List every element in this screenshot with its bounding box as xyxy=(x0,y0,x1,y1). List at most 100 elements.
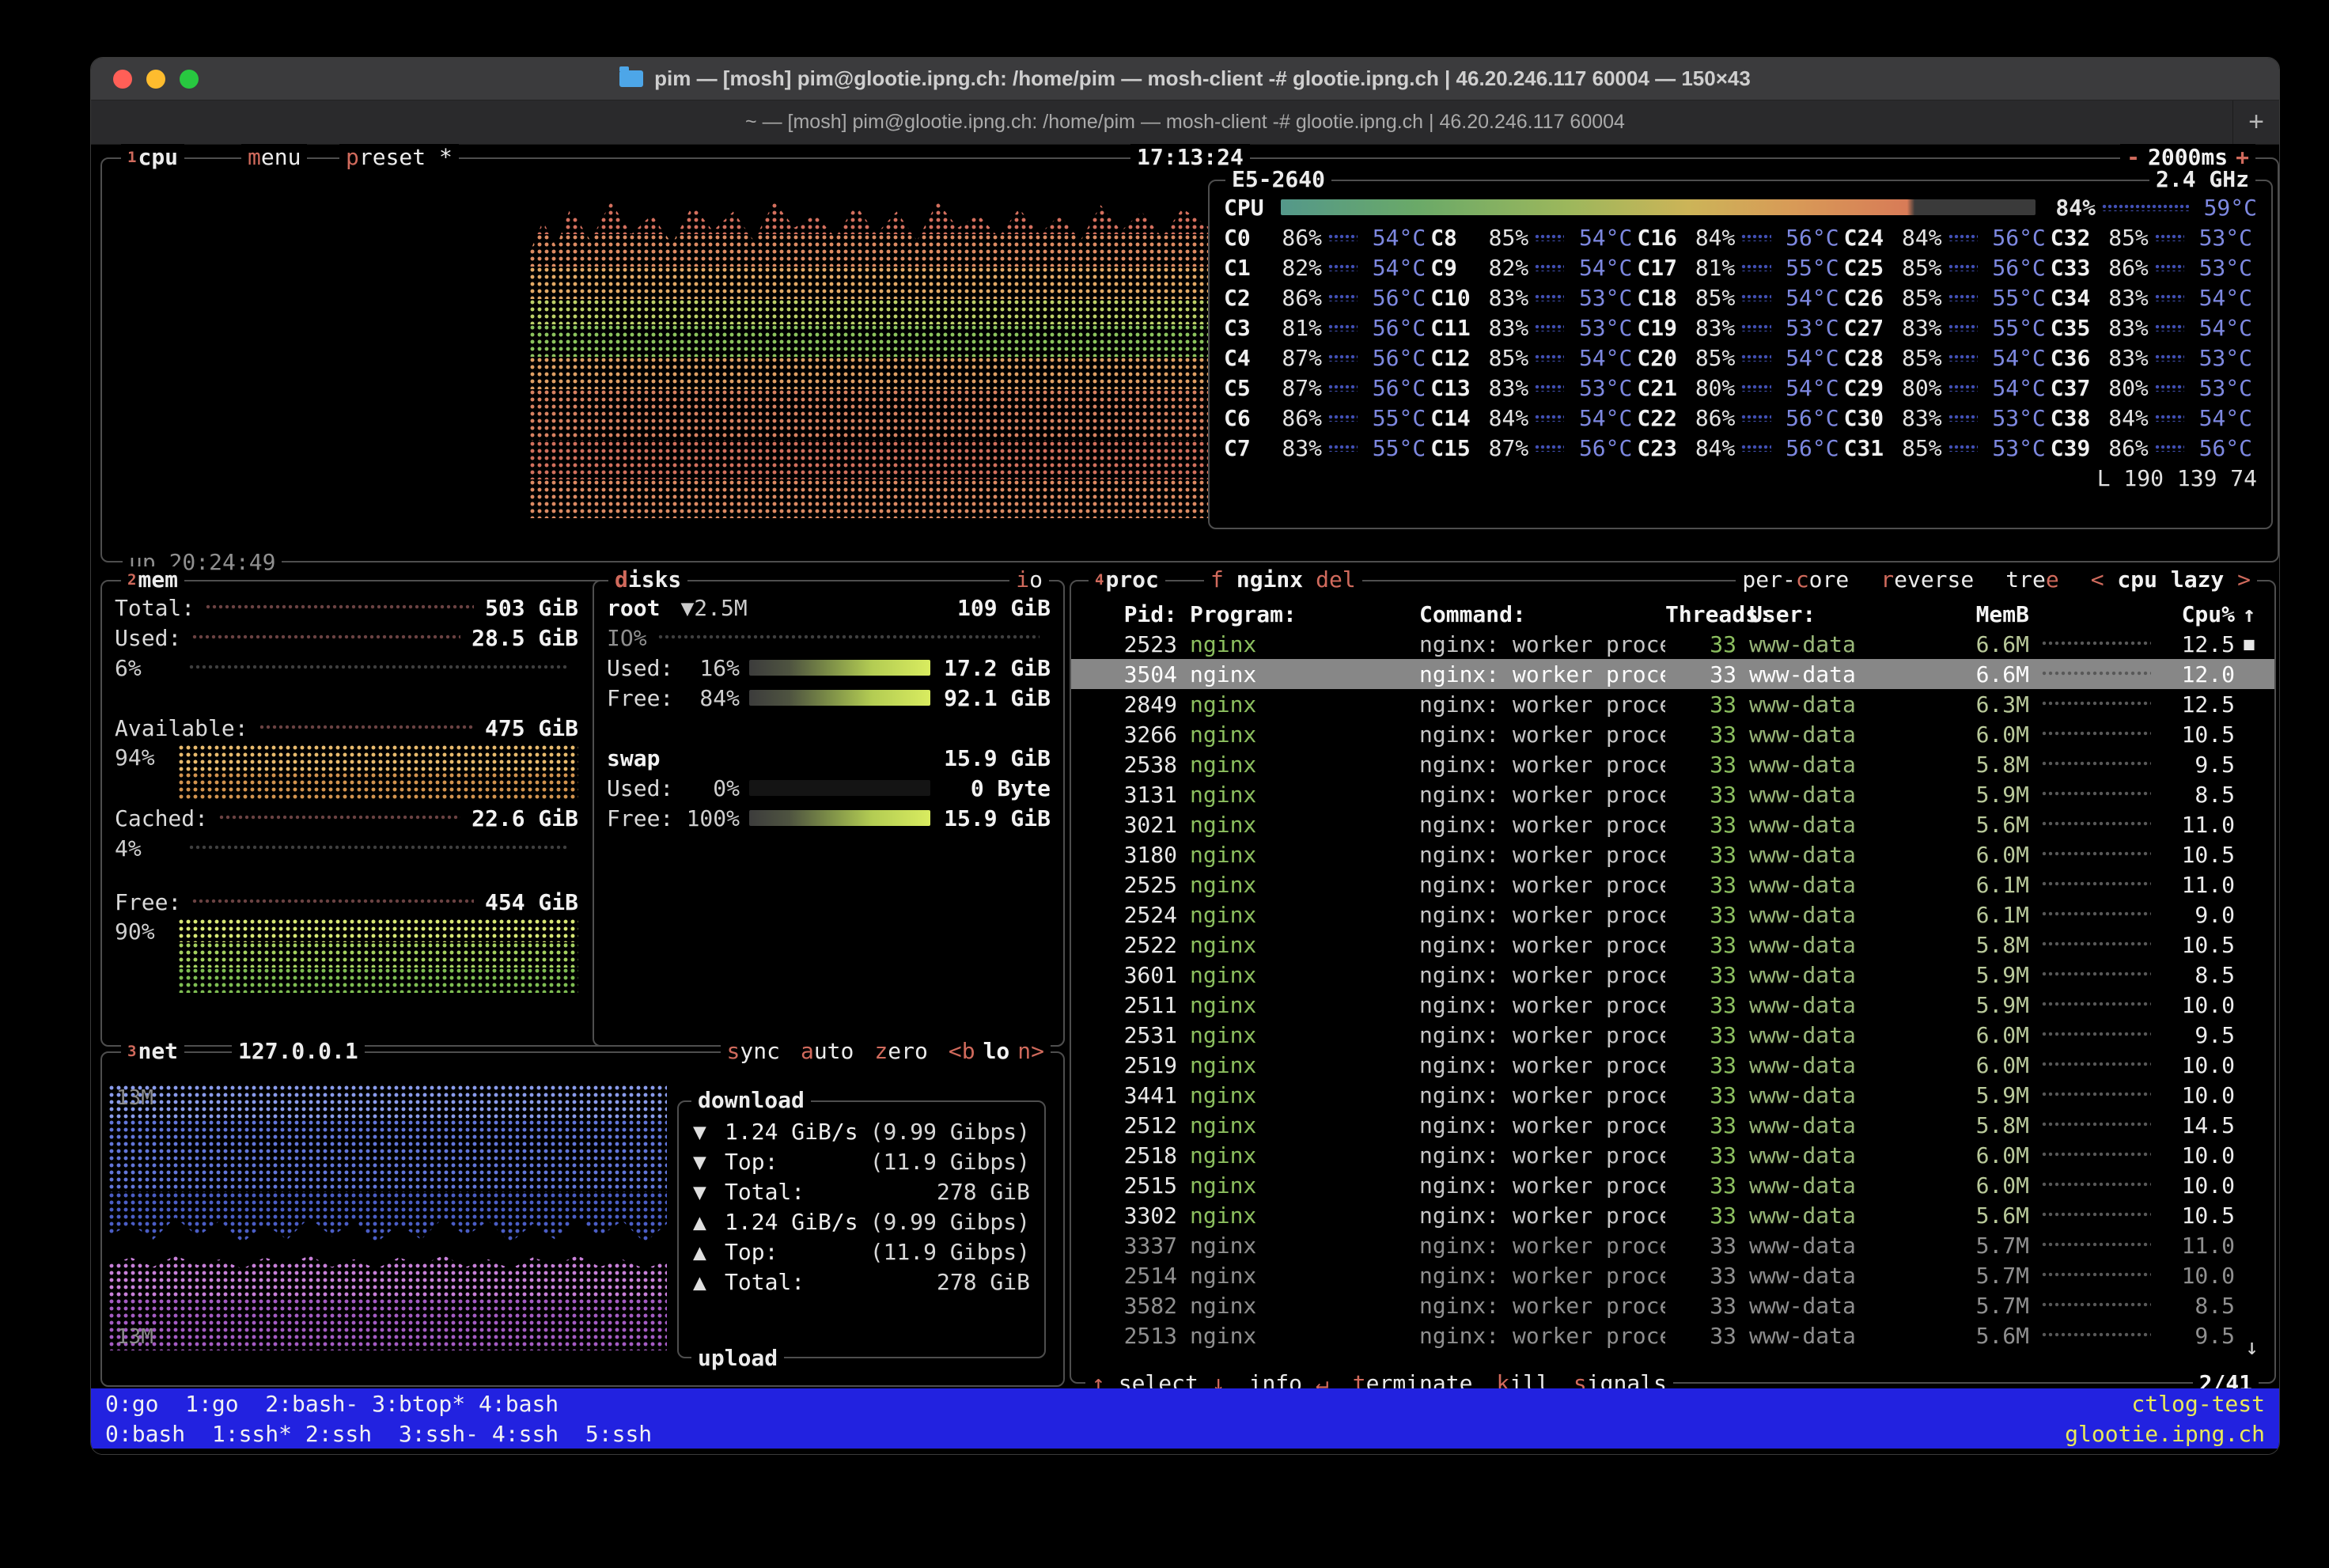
tmux-window-list-1[interactable]: 0:go 1:go 2:bash- 3:btop* 4:bash xyxy=(105,1391,559,1417)
proc-box: 4proc f nginx del per-core reverse tree … xyxy=(1070,580,2276,1384)
process-cpu: 10.5 xyxy=(2164,722,2235,748)
process-row[interactable]: 2518 nginx nginx: worker proce 33 www-da… xyxy=(1071,1140,2274,1170)
core-stat: C21 80% 54°C xyxy=(1637,373,1843,403)
process-pid: 3021 xyxy=(1082,812,1177,838)
process-row[interactable]: 2849 nginx nginx: worker proce 33 www-da… xyxy=(1071,689,2274,719)
sort-field: cpu lazy xyxy=(2104,566,2238,593)
graph-band xyxy=(178,968,578,993)
process-user: www-data xyxy=(1736,1233,1918,1259)
process-program: nginx xyxy=(1177,1022,1407,1048)
process-program: nginx xyxy=(1177,1082,1407,1108)
zoom-button[interactable] xyxy=(180,70,199,89)
cpu-total-percent: 84% xyxy=(2045,195,2096,221)
proc-filter[interactable]: f nginx del xyxy=(1204,566,1362,593)
toggle-reverse[interactable]: reverse xyxy=(1880,566,1974,593)
process-row[interactable]: 2531 nginx nginx: worker proce 33 www-da… xyxy=(1071,1020,2274,1050)
close-button[interactable] xyxy=(113,70,132,89)
net-next-interface-button[interactable]: n> xyxy=(1017,1038,1044,1064)
process-row[interactable]: 3180 nginx nginx: worker proce 33 www-da… xyxy=(1071,839,2274,869)
update-decrease-button[interactable]: - xyxy=(2126,144,2140,171)
net-interface-selector[interactable]: <blon> xyxy=(949,1038,1044,1065)
process-row[interactable]: 2524 nginx nginx: worker proce 33 www-da… xyxy=(1071,900,2274,930)
scrollbar-thumb[interactable]: ■ xyxy=(2235,634,2263,654)
scroll-up-icon[interactable]: ↑ xyxy=(2235,601,2263,627)
process-row[interactable]: 3302 nginx nginx: worker proce 33 www-da… xyxy=(1071,1200,2274,1230)
core-name: C28 xyxy=(1844,345,1892,371)
process-user: www-data xyxy=(1736,812,1918,838)
menu-button[interactable]: menu xyxy=(241,144,307,171)
process-row[interactable]: 2522 nginx nginx: worker proce 33 www-da… xyxy=(1071,930,2274,960)
filter-key[interactable]: f xyxy=(1210,566,1224,593)
sort-selector[interactable]: < cpu lazy > xyxy=(2091,566,2251,593)
net-stat-label: 1.24 GiB/s xyxy=(725,1119,858,1145)
cpu-temp-graph xyxy=(2102,204,2189,211)
header-threads[interactable]: Threads: xyxy=(1665,601,1736,627)
process-row[interactable]: 2513 nginx nginx: worker proce 33 www-da… xyxy=(1071,1320,2274,1350)
header-cpu[interactable]: Cpu% xyxy=(2164,601,2235,627)
graph-band xyxy=(178,918,578,942)
graph-band xyxy=(529,389,1210,441)
process-row[interactable]: 2512 nginx nginx: worker proce 33 www-da… xyxy=(1071,1110,2274,1140)
tab-title[interactable]: ~ — [mosh] pim@glootie.ipng.ch: /home/pi… xyxy=(745,111,1625,134)
core-usage: 83% xyxy=(2098,345,2149,371)
header-pid[interactable]: Pid: xyxy=(1082,601,1177,627)
core-usage: 84% xyxy=(1478,405,1528,431)
header-mem[interactable]: MemB xyxy=(1918,601,2029,627)
process-pid: 2512 xyxy=(1082,1112,1177,1138)
process-program: nginx xyxy=(1177,842,1407,868)
net-stat-value: (9.99 Gibps) xyxy=(858,1119,1030,1145)
process-row[interactable]: 3601 nginx nginx: worker proce 33 www-da… xyxy=(1071,960,2274,990)
process-cpu-graph xyxy=(2042,1092,2151,1098)
process-row[interactable]: 3441 nginx nginx: worker proce 33 www-da… xyxy=(1071,1080,2274,1110)
toggle-tree[interactable]: tree xyxy=(2005,566,2058,593)
process-row[interactable]: 2519 nginx nginx: worker proce 33 www-da… xyxy=(1071,1050,2274,1080)
new-tab-button[interactable]: + xyxy=(2232,100,2279,144)
core-temp: 53°C xyxy=(2191,345,2252,371)
process-row[interactable]: 2538 nginx nginx: worker proce 33 www-da… xyxy=(1071,749,2274,779)
net-zero-toggle[interactable]: zero xyxy=(874,1038,927,1065)
mem-total-row: Total: 503 GiB xyxy=(115,593,578,623)
process-cpu: 11.0 xyxy=(2164,1233,2235,1259)
process-cpu: 12.5 xyxy=(2164,631,2235,657)
process-row[interactable]: 2511 nginx nginx: worker proce 33 www-da… xyxy=(1071,990,2274,1020)
window-titlebar: pim — [mosh] pim@glootie.ipng.ch: /home/… xyxy=(91,58,2279,100)
mem-available-graph xyxy=(259,725,474,731)
process-user: www-data xyxy=(1736,902,1918,928)
core-name: C6 xyxy=(1224,405,1271,431)
sort-next-button[interactable]: > xyxy=(2237,566,2251,593)
process-row[interactable]: 3131 nginx nginx: worker proce 33 www-da… xyxy=(1071,779,2274,809)
tmux-window-list-2[interactable]: 0:bash 1:ssh* 2:ssh 3:ssh- 4:ssh 5:ssh xyxy=(105,1421,652,1447)
core-name: C13 xyxy=(1430,375,1478,401)
process-row[interactable]: 3266 nginx nginx: worker proce 33 www-da… xyxy=(1071,719,2274,749)
process-row[interactable]: 3337 nginx nginx: worker proce 33 www-da… xyxy=(1071,1230,2274,1260)
toggle-per-core[interactable]: per-core xyxy=(1742,566,1849,593)
process-user: www-data xyxy=(1736,842,1918,868)
process-row[interactable]: 2514 nginx nginx: worker proce 33 www-da… xyxy=(1071,1260,2274,1290)
process-row[interactable]: 2523 nginx nginx: worker proce 33 www-da… xyxy=(1071,629,2274,659)
minimize-button[interactable] xyxy=(146,70,165,89)
process-row[interactable]: 2515 nginx nginx: worker proce 33 www-da… xyxy=(1071,1170,2274,1200)
preset-button[interactable]: preset * xyxy=(339,144,459,171)
process-mem: 5.7M xyxy=(1918,1293,2029,1319)
sort-prev-button[interactable]: < xyxy=(2091,566,2104,593)
graph-band xyxy=(529,267,1210,299)
net-prev-interface-button[interactable]: <b xyxy=(949,1038,975,1064)
process-command: nginx: worker proce xyxy=(1407,782,1665,808)
header-command[interactable]: Command: xyxy=(1407,601,1665,627)
disks-io-toggle[interactable]: io xyxy=(1009,566,1049,593)
core-usage-graph xyxy=(1535,264,1564,271)
filter-clear-button[interactable]: del xyxy=(1316,566,1356,593)
header-program[interactable]: Program: xyxy=(1177,601,1407,627)
core-temp: 53°C xyxy=(2191,255,2252,281)
process-row[interactable]: 3582 nginx nginx: worker proce 33 www-da… xyxy=(1071,1290,2274,1320)
process-row[interactable]: 2525 nginx nginx: worker proce 33 www-da… xyxy=(1071,869,2274,900)
mem-used-row: Used: 28.5 GiB xyxy=(115,623,578,653)
scroll-down-icon[interactable]: ↓ xyxy=(2245,1334,2259,1360)
process-row[interactable]: 3021 nginx nginx: worker proce 33 www-da… xyxy=(1071,809,2274,839)
net-auto-toggle[interactable]: auto xyxy=(801,1038,854,1065)
header-user[interactable]: User: xyxy=(1736,601,1918,627)
process-row[interactable]: 3504 nginx nginx: worker proce 33 www-da… xyxy=(1071,659,2274,689)
process-mem: 5.9M xyxy=(1918,992,2029,1018)
net-sync-toggle[interactable]: sync xyxy=(727,1038,780,1065)
graph-band xyxy=(529,234,1210,267)
